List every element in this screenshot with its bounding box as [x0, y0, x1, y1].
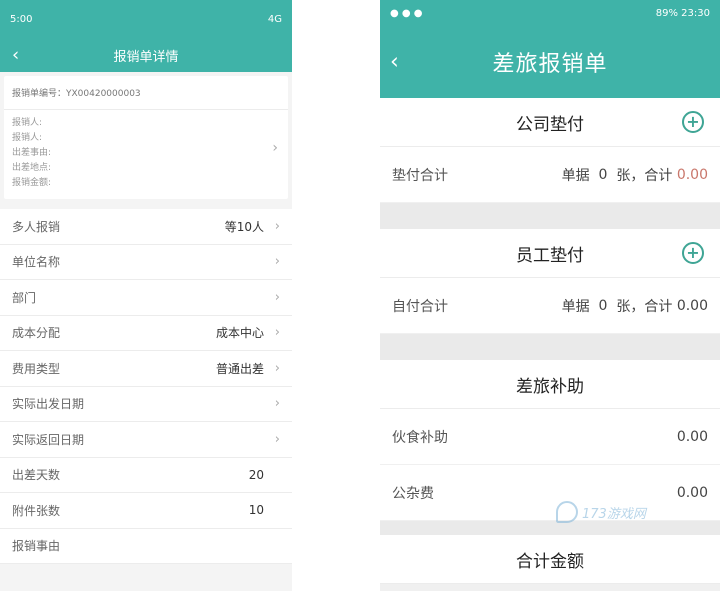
employee-advance-section: 员工垫付 + 自付合计 单据 0 张，合计 0.00	[380, 229, 720, 334]
section-title: 差旅补助	[516, 376, 584, 397]
company-advance-section: 公司垫付 + 垫付合计 单据 0 张，合计 0.00	[380, 98, 720, 203]
back-icon[interactable]: ‹	[12, 45, 19, 66]
row-mid: 张，合计	[616, 298, 673, 315]
nav-bar: ‹ 报销单详情	[0, 38, 292, 72]
chevron-right-icon: ›	[274, 431, 280, 447]
summary-field: 报销人:	[12, 118, 43, 128]
status-left-icons: ● ● ●	[390, 7, 423, 19]
row-label: 附件张数	[12, 503, 61, 518]
travel-subsidy-section: 差旅补助 伙食补助 0.00 公杂费 0.00	[380, 360, 720, 521]
row-label: 自付合计	[392, 298, 448, 315]
row-label: 伙食补助	[392, 429, 448, 446]
chevron-right-icon: ›	[274, 325, 280, 341]
section-header: 差旅补助	[380, 360, 720, 409]
back-icon[interactable]: ‹	[390, 50, 400, 75]
list-item-cost-allocation[interactable]: 成本分配 成本中心 ›	[0, 315, 292, 351]
employee-advance-total-row[interactable]: 自付合计 单据 0 张，合计 0.00	[380, 278, 720, 334]
total-amount-section: 合计金额	[380, 535, 720, 584]
row-label: 实际返回日期	[12, 432, 85, 447]
row-label: 垫付合计	[392, 167, 448, 184]
chevron-right-icon: ›	[274, 218, 280, 234]
row-label: 单位名称	[12, 255, 61, 270]
list-item-department[interactable]: 部门 ›	[0, 280, 292, 316]
reimbursement-summary-card[interactable]: 报销单编号：YX00420000003 报销人: 报销人: 出差事由: 出差地点…	[4, 76, 288, 199]
section-title: 公司垫付	[516, 114, 584, 135]
row-value: 等10人	[224, 219, 264, 234]
chevron-right-icon: ›	[274, 360, 280, 376]
section-header: 合计金额	[380, 535, 720, 584]
meal-subsidy-row[interactable]: 伙食补助 0.00	[380, 409, 720, 465]
status-battery-time: 89% 23:30	[655, 7, 710, 19]
total-amount: 0.00	[676, 166, 708, 183]
section-header: 公司垫付 +	[380, 98, 720, 147]
row-value: 0.00	[676, 484, 708, 501]
row-label: 报销事由	[12, 539, 61, 554]
watermark: 173游戏网	[556, 498, 676, 526]
detail-list: 多人报销 等10人 › 单位名称 › 部门 › 成本分配 成本中心 › 费用类型…	[0, 209, 292, 564]
status-signal: 4G	[267, 13, 282, 25]
total-amount: 0.00	[676, 297, 708, 314]
list-item-multi-reimburse[interactable]: 多人报销 等10人 ›	[0, 209, 292, 245]
add-circle-icon[interactable]: +	[682, 111, 704, 133]
list-item-departure-date[interactable]: 实际出发日期 ›	[0, 386, 292, 422]
row-value: 10	[248, 503, 264, 518]
watermark-logo-icon	[556, 501, 578, 523]
row-label: 部门	[12, 290, 37, 305]
chevron-right-icon: ›	[272, 140, 278, 156]
section-title: 员工垫付	[516, 245, 584, 266]
list-item-attachment-count[interactable]: 附件张数 10	[0, 493, 292, 529]
row-prefix: 单据	[561, 167, 590, 184]
list-item-expense-type[interactable]: 费用类型 普通出差 ›	[0, 351, 292, 387]
row-label: 成本分配	[12, 326, 61, 341]
document-count: 0	[598, 297, 608, 314]
summary-field: 报销金额:	[12, 178, 52, 188]
chevron-right-icon: ›	[274, 289, 280, 305]
add-circle-icon[interactable]: +	[682, 242, 704, 264]
row-value: 成本中心	[215, 326, 264, 341]
list-item-unit-name[interactable]: 单位名称 ›	[0, 244, 292, 280]
row-label: 费用类型	[12, 361, 61, 376]
page-title: 报销单详情	[113, 49, 179, 65]
chevron-right-icon: ›	[274, 396, 280, 412]
status-bar: ● ● ● 89% 23:30	[380, 0, 720, 26]
section-header: 员工垫付 +	[380, 229, 720, 278]
list-item-trip-days[interactable]: 出差天数 20	[0, 457, 292, 493]
order-number: 报销单编号：YX00420000003	[4, 76, 288, 110]
row-label: 实际出发日期	[12, 397, 85, 412]
summary-info: 报销人: 报销人: 出差事由: 出差地点: 报销金额: ›	[4, 110, 288, 199]
chevron-right-icon: ›	[274, 254, 280, 270]
watermark-text: 173游戏网	[582, 506, 646, 522]
list-item-return-date[interactable]: 实际返回日期 ›	[0, 422, 292, 458]
row-value: 普通出差	[215, 361, 264, 376]
summary-field: 出差事由:	[12, 148, 52, 158]
status-bar: 5:00 4G	[0, 0, 292, 38]
row-prefix: 单据	[561, 298, 590, 315]
row-value: 20	[248, 467, 264, 482]
summary-field: 出差地点:	[12, 163, 52, 173]
row-value: 0.00	[676, 428, 708, 445]
document-count: 0	[598, 166, 608, 183]
row-mid: 张，合计	[616, 167, 673, 184]
page-title: 差旅报销单	[492, 52, 608, 77]
row-label: 多人报销	[12, 219, 61, 234]
row-label: 出差天数	[12, 468, 61, 483]
nav-bar: ‹ 差旅报销单	[380, 26, 720, 98]
summary-field: 报销人:	[12, 133, 43, 143]
list-item-reimburse-reason[interactable]: 报销事由	[0, 528, 292, 564]
status-time: 5:00	[10, 13, 33, 25]
left-phone-screen: 5:00 4G ‹ 报销单详情 报销单编号：YX00420000003 报销人:…	[0, 0, 292, 591]
company-advance-total-row[interactable]: 垫付合计 单据 0 张，合计 0.00	[380, 147, 720, 203]
section-title: 合计金额	[516, 551, 584, 572]
